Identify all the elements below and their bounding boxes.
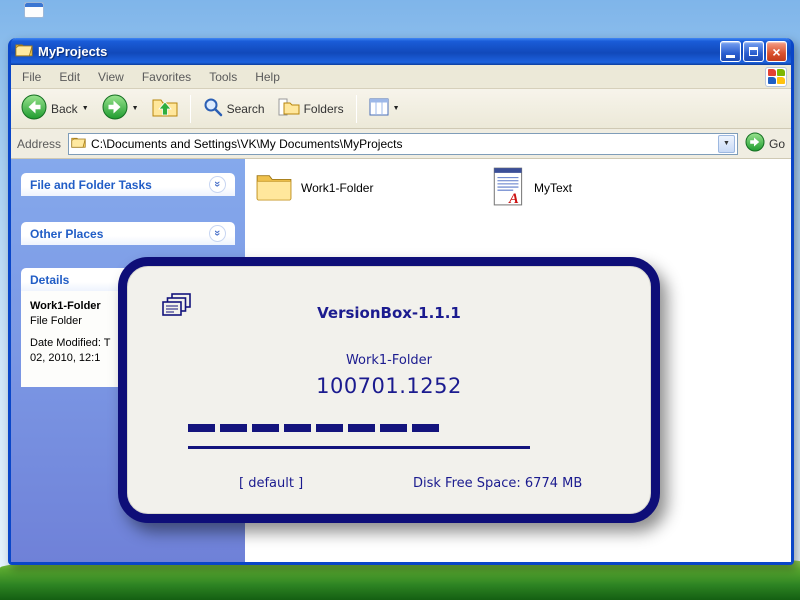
file-tile-mytext[interactable]: A MyText — [492, 165, 572, 210]
progress-segment — [284, 424, 311, 432]
section-title: Details — [30, 272, 70, 287]
section-title: Other Places — [30, 226, 104, 241]
search-label: Search — [226, 101, 265, 116]
minimize-icon — [726, 55, 735, 58]
search-icon — [203, 97, 223, 120]
forward-button[interactable]: ▼ — [98, 92, 143, 125]
file-name: MyText — [534, 180, 573, 195]
go-label: Go — [768, 136, 785, 151]
address-dropdown-button[interactable]: ▼ — [717, 134, 735, 153]
svg-text:A: A — [508, 191, 519, 207]
section-file-folder-tasks[interactable]: File and Folder Tasks » — [21, 173, 235, 196]
back-label: Back — [51, 101, 78, 116]
views-icon — [369, 98, 389, 119]
section-title: File and Folder Tasks — [30, 177, 152, 192]
minimize-button[interactable] — [720, 41, 741, 62]
go-button[interactable]: Go — [745, 132, 785, 155]
menu-bar: File Edit View Favorites Tools Help — [11, 65, 791, 89]
chevron-double-icon[interactable]: » — [209, 225, 226, 242]
dialog-item-name: Work1-Folder — [345, 353, 433, 368]
menu-item-tools[interactable]: Tools — [200, 67, 246, 87]
chevron-double-icon[interactable]: » — [209, 176, 226, 193]
progress-segment — [412, 424, 439, 432]
menu-item-edit[interactable]: Edit — [50, 67, 89, 87]
progress-segment — [380, 424, 407, 432]
maximize-button[interactable] — [743, 41, 764, 62]
address-bar: Address C:\Documents and Settings\VK\My … — [11, 129, 791, 159]
folders-label: Folders — [303, 101, 344, 116]
dialog-title: VersionBox-1.1.1 — [317, 304, 461, 322]
dialog-disk-free: Disk Free Space: 6774 MB — [413, 476, 583, 491]
windows-logo-icon — [765, 66, 787, 87]
menu-item-help[interactable]: Help — [246, 67, 289, 87]
back-icon — [21, 94, 47, 123]
file-tile-work1-folder[interactable]: Work1-Folder — [255, 171, 373, 204]
dialog-progress — [188, 424, 439, 432]
back-button[interactable]: Back ▼ — [17, 92, 93, 125]
folder-icon — [255, 171, 293, 204]
window-title: MyProjects — [38, 44, 108, 59]
forward-icon — [102, 94, 128, 123]
progress-segment — [188, 424, 215, 432]
close-button[interactable]: × — [766, 41, 787, 62]
dialog-default-label: [ default ] — [239, 476, 304, 491]
forward-dropdown-icon[interactable]: ▼ — [132, 105, 139, 112]
window-folder-icon — [15, 42, 33, 62]
address-label: Address — [17, 136, 62, 151]
text-document-icon: A — [492, 165, 526, 210]
desktop: MyProjects × File Edit View Favorites To… — [0, 0, 800, 600]
search-button[interactable]: Search — [199, 95, 269, 122]
file-name: Work1-Folder — [301, 180, 374, 195]
toolbar-separator — [189, 94, 191, 123]
desktop-shortcut-icon[interactable] — [24, 2, 44, 18]
address-path[interactable]: C:\Documents and Settings\VK\My Document… — [91, 137, 713, 151]
menu-item-view[interactable]: View — [89, 67, 133, 87]
menu-item-file[interactable]: File — [13, 67, 50, 87]
address-folder-icon — [71, 136, 86, 151]
folders-button[interactable]: Folders — [274, 96, 348, 121]
up-folder-icon — [152, 96, 178, 121]
views-button[interactable]: ▼ — [365, 96, 404, 121]
up-button[interactable] — [148, 94, 182, 123]
toolbar: Back ▼ ▼ Search Folders ▼ — [11, 89, 791, 129]
titlebar[interactable]: MyProjects × — [11, 38, 791, 65]
menu-item-favorites[interactable]: Favorites — [133, 67, 200, 87]
go-icon — [745, 132, 765, 155]
dialog-progress-track — [188, 446, 530, 449]
address-combobox[interactable]: C:\Documents and Settings\VK\My Document… — [68, 132, 738, 155]
folders-icon — [278, 98, 300, 119]
back-dropdown-icon[interactable]: ▼ — [82, 105, 89, 112]
versionbox-dialog[interactable]: VersionBox-1.1.1 Work1-Folder 100701.125… — [118, 257, 660, 523]
maximize-icon — [749, 47, 758, 56]
chevron-down-icon: ▼ — [723, 140, 730, 147]
toolbar-separator — [355, 94, 357, 123]
close-icon: × — [772, 43, 781, 60]
progress-segment — [348, 424, 375, 432]
progress-segment — [252, 424, 279, 432]
section-other-places[interactable]: Other Places » — [21, 222, 235, 245]
progress-segment — [316, 424, 343, 432]
progress-segment — [220, 424, 247, 432]
dialog-version-number: 100701.1252 — [316, 374, 462, 398]
views-dropdown-icon[interactable]: ▼ — [393, 105, 400, 112]
